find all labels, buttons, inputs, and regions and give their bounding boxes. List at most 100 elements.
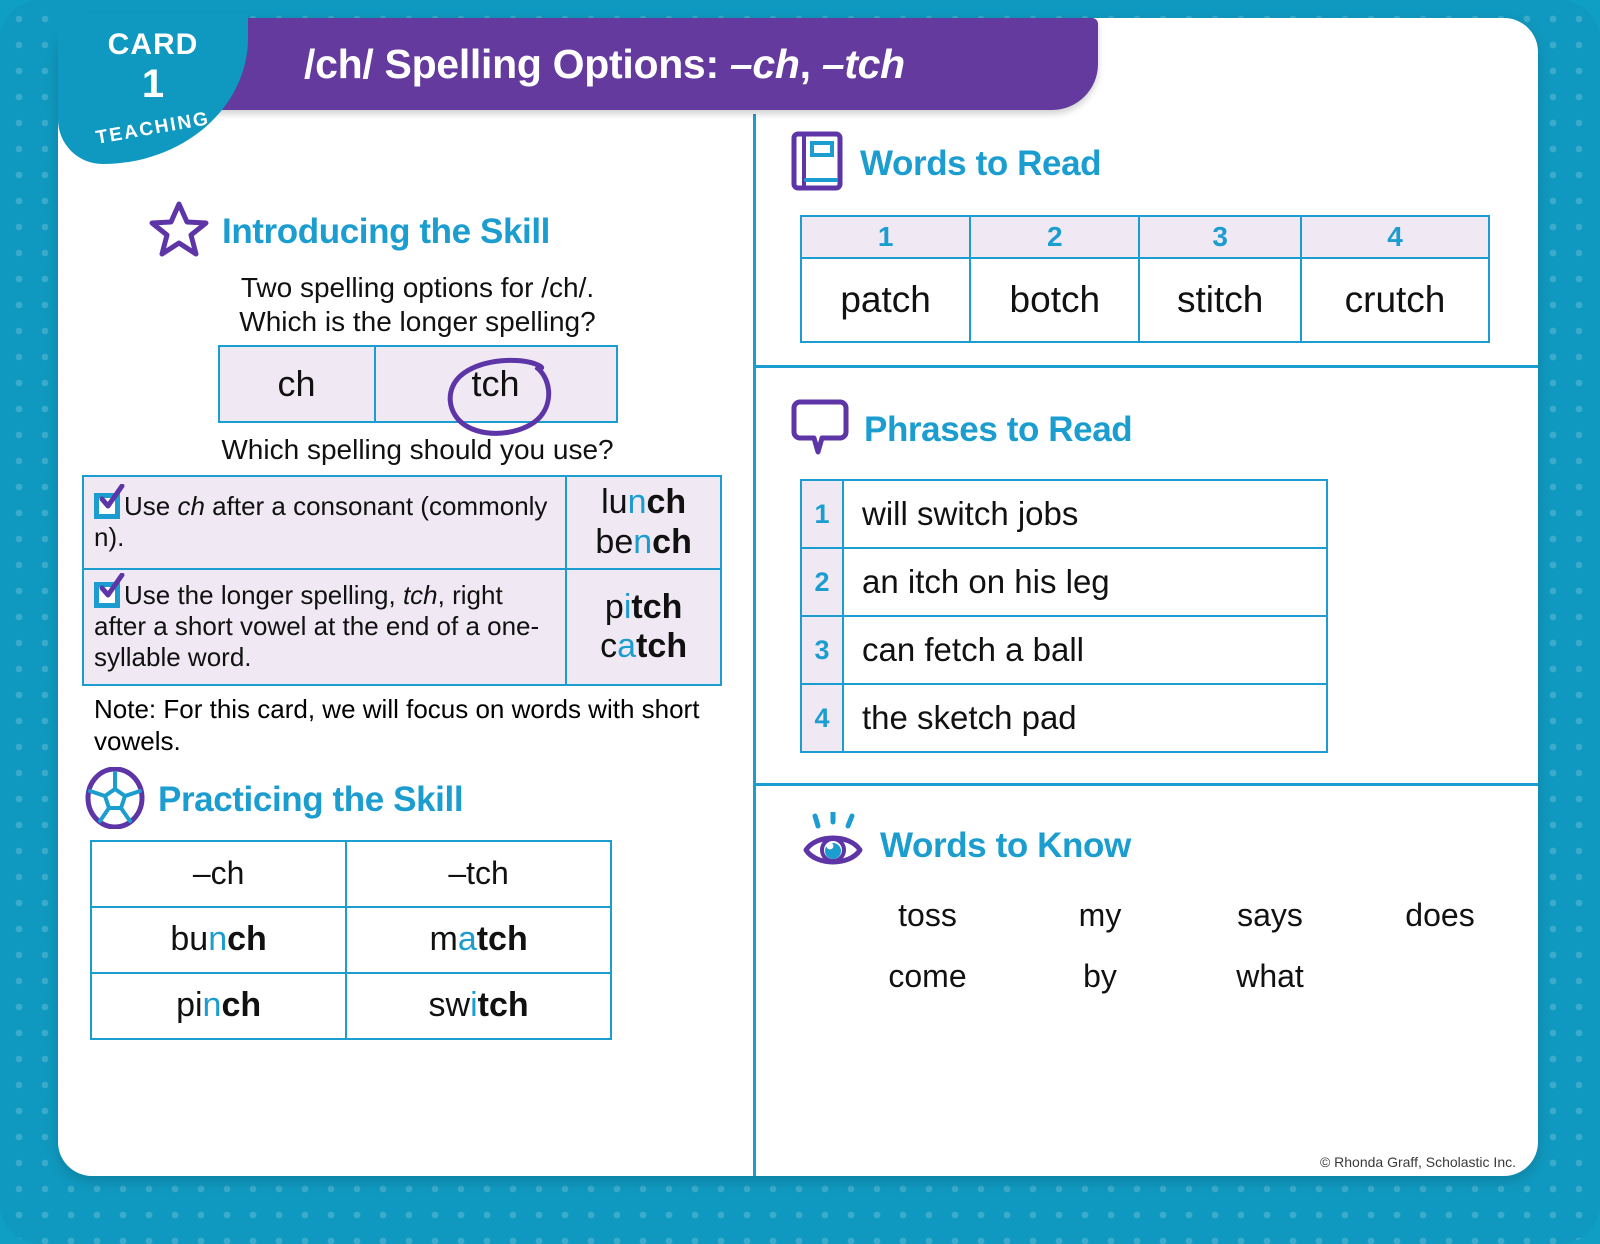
table-row: 1 will switch jobs (800, 479, 1328, 549)
option-label-ch: ch (277, 363, 316, 405)
rule-cell-2: Use the longer spelling, tch, right afte… (81, 568, 568, 687)
sight-word: does (1405, 897, 1475, 933)
rule-1-italic: ch (177, 491, 205, 522)
phrase-text: can fetch a ball (842, 615, 1328, 685)
phrases-to-read-header: Phrases to Read (790, 396, 1538, 463)
words-to-read-table: 1 2 3 4 patch botch stitch crutch (799, 215, 1490, 343)
practice-table: –ch –tch bunch match pinch switch (89, 839, 612, 1040)
word-bold: tch (477, 986, 529, 1025)
title-option-2: –tch (821, 40, 905, 87)
book-icon (790, 128, 848, 199)
practicing-the-skill-header: Practicing the Skill (84, 766, 753, 834)
word-bold: ch (646, 483, 687, 522)
words-to-read-title: Words to Read (860, 143, 1102, 183)
table-row: bunch match (89, 905, 612, 974)
word-highlight: n (627, 483, 647, 522)
rule-1-part-a: Use (124, 491, 178, 522)
practicing-the-skill-title: Practicing the Skill (158, 780, 464, 820)
star-icon (148, 200, 210, 263)
words-to-know-grid: toss my says does come by what (840, 897, 1538, 995)
practice-word: bunch (89, 905, 348, 974)
sight-word: says (1237, 897, 1303, 933)
sight-word: come (888, 958, 967, 994)
badge-card-number: 1 (141, 62, 165, 106)
phrase-number: 4 (800, 683, 844, 753)
intro-text: Two spelling options for /ch/. Which is … (82, 271, 753, 339)
word-prefix: lu (601, 483, 628, 522)
ball-icon (84, 766, 146, 834)
word-number: 2 (969, 215, 1141, 259)
practice-header-tch: –tch (345, 839, 612, 908)
phrase-text: will switch jobs (842, 479, 1328, 549)
word-bold: ch (652, 522, 692, 561)
title-bar: /ch/ Spelling Options: –ch, –tch (178, 18, 1098, 110)
phrase-number: 3 (800, 615, 844, 685)
word-bold: ch (227, 920, 267, 959)
circled-option: tch (447, 358, 551, 437)
word-number: 3 (1138, 215, 1303, 259)
sight-word-empty (1355, 958, 1525, 995)
badge-card-label: CARD (107, 28, 199, 61)
rule-cell-1: Use ch after a consonant (commonly n). (81, 475, 568, 571)
words-to-read-section: Words to Read 1 2 3 4 patch botch stitch… (756, 114, 1538, 365)
word-prefix: sw (428, 986, 471, 1025)
table-row: Use the longer spelling, tch, right afte… (81, 568, 722, 687)
words-to-know-header: Words to Know (802, 810, 1538, 879)
intro-line-1: Two spelling options for /ch/. (240, 272, 595, 303)
phrases-to-read-section: Phrases to Read 1 will switch jobs 2 an … (756, 365, 1538, 783)
word-number: 4 (1300, 215, 1490, 259)
word-highlight: n (208, 920, 228, 959)
word-bold: tch (476, 920, 528, 959)
introducing-the-skill-title: Introducing the Skill (222, 211, 550, 251)
table-row: 1 2 3 4 (799, 215, 1490, 259)
activity-card: /ch/ Spelling Options: –ch, –tch CARD 1 … (58, 14, 1538, 1176)
which-spelling-question: Which spelling should you use? (221, 434, 614, 466)
sight-word: my (1078, 897, 1122, 933)
checkbox-icon[interactable] (94, 484, 125, 520)
word-bold: tch (636, 627, 688, 666)
practice-word: match (345, 905, 612, 974)
option-cell-tch[interactable]: tch (373, 345, 618, 437)
word-highlight: a (457, 920, 477, 959)
phrase-number: 2 (800, 547, 844, 617)
speech-bubble-icon (790, 396, 852, 463)
word-prefix: pi (176, 986, 203, 1025)
title-separator: , (799, 40, 822, 87)
word-highlight: a (617, 627, 637, 666)
option-cell-ch[interactable]: ch (217, 345, 376, 424)
word-number: 1 (799, 215, 972, 259)
phrase-number: 1 (800, 479, 844, 549)
practice-header-ch: –ch (89, 839, 348, 908)
table-row: pinch switch (89, 971, 612, 1040)
right-column: Words to Read 1 2 3 4 patch botch stitch… (753, 114, 1538, 1176)
reading-word: botch (969, 257, 1141, 343)
checkbox-icon[interactable] (94, 573, 125, 609)
table-row: 3 can fetch a ball (800, 615, 1328, 685)
table-row: 2 an itch on his leg (800, 547, 1328, 617)
spelling-rules-table: Use ch after a consonant (commonly n). l… (81, 475, 722, 687)
reading-word: crutch (1300, 257, 1490, 343)
phrases-to-read-table: 1 will switch jobs 2 an itch on his leg … (800, 479, 1328, 753)
rule-2-italic: tch (402, 580, 438, 611)
words-to-know-section: Words to Know toss my says does come by … (756, 783, 1538, 995)
intro-line-2: Which is the longer spelling? (239, 306, 596, 338)
words-to-read-header: Words to Read (790, 128, 1538, 199)
sight-word: by (1083, 958, 1117, 994)
example-word: lunch (569, 483, 718, 522)
reading-word: stitch (1138, 257, 1303, 343)
note-text: Note: For this card, we will focus on wo… (94, 694, 700, 756)
word-prefix: be (595, 522, 634, 561)
practice-word: switch (345, 971, 612, 1040)
phrases-to-read-title: Phrases to Read (864, 409, 1133, 449)
title-main: /ch/ Spelling Options: (304, 40, 730, 87)
option-label-tch: tch (471, 363, 520, 405)
table-row: Use ch after a consonant (commonly n). l… (81, 475, 722, 571)
example-word: bench (569, 523, 718, 562)
rule-text-2: Use the longer spelling, tch, right afte… (94, 573, 557, 672)
rule-examples-1: lunch bench (565, 475, 722, 571)
word-highlight: n (202, 986, 222, 1025)
practice-word: pinch (89, 971, 348, 1040)
word-highlight: i (470, 986, 478, 1025)
rule-text-1: Use ch after a consonant (commonly n). (94, 484, 557, 552)
spelling-options-table: ch tch (217, 345, 618, 437)
